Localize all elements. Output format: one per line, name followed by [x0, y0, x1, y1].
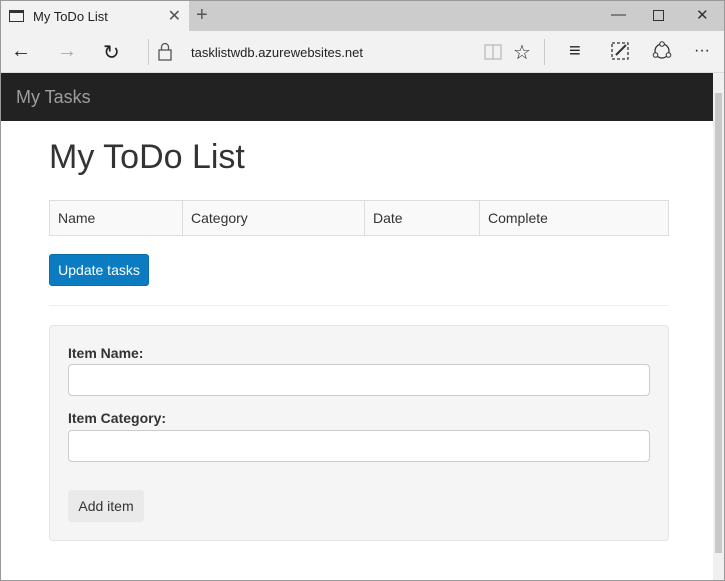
refresh-icon[interactable]: ↻ — [103, 40, 120, 65]
back-icon[interactable]: ← — [11, 40, 31, 63]
item-name-input[interactable] — [68, 364, 650, 396]
navbar-brand[interactable]: My Tasks — [16, 87, 91, 108]
new-tab-icon[interactable]: + — [196, 4, 208, 27]
close-tab-icon[interactable]: ✕ — [168, 6, 181, 26]
item-name-label: Item Name: — [68, 345, 144, 361]
divider — [148, 39, 149, 65]
tab-title: My ToDo List — [33, 8, 108, 24]
address-toolbar: ← → ↻ tasklistwdb.azurewebsites.net ☆ ≡ … — [1, 31, 724, 73]
update-tasks-button[interactable]: Update tasks — [49, 254, 149, 286]
scrollbar[interactable] — [713, 73, 724, 580]
divider — [49, 305, 669, 306]
add-item-form: Item Name: Item Category: Add item — [49, 325, 669, 541]
lock-icon — [158, 42, 172, 61]
divider — [544, 39, 545, 65]
reading-view-icon[interactable] — [484, 44, 502, 60]
address-bar[interactable]: tasklistwdb.azurewebsites.net — [191, 45, 363, 60]
column-header-complete: Complete — [479, 200, 669, 236]
favorite-star-icon[interactable]: ☆ — [513, 40, 531, 65]
browser-tab[interactable]: My ToDo List ✕ — [1, 1, 189, 31]
page-title: My ToDo List — [49, 138, 245, 176]
share-icon[interactable] — [652, 41, 672, 61]
hub-icon[interactable]: ≡ — [569, 40, 581, 63]
tab-page-icon — [9, 10, 24, 22]
tab-bar: My ToDo List ✕ + — ✕ — [1, 1, 724, 31]
minimize-icon[interactable]: — — [611, 6, 626, 23]
tasks-table: Name Category Date Complete — [49, 200, 669, 236]
item-category-input[interactable] — [68, 430, 650, 462]
scrollbar-thumb[interactable] — [715, 93, 722, 553]
forward-icon[interactable]: → — [57, 40, 77, 63]
add-item-button[interactable]: Add item — [68, 490, 144, 522]
maximize-icon[interactable] — [653, 10, 664, 21]
close-window-icon[interactable]: ✕ — [696, 6, 709, 24]
web-note-icon[interactable] — [611, 42, 629, 60]
item-category-label: Item Category: — [68, 410, 167, 426]
navbar: My Tasks — [1, 73, 713, 121]
column-header-category: Category — [182, 200, 365, 236]
more-icon[interactable]: ··· — [694, 42, 710, 60]
column-header-name: Name — [49, 200, 183, 236]
column-header-date: Date — [364, 200, 480, 236]
